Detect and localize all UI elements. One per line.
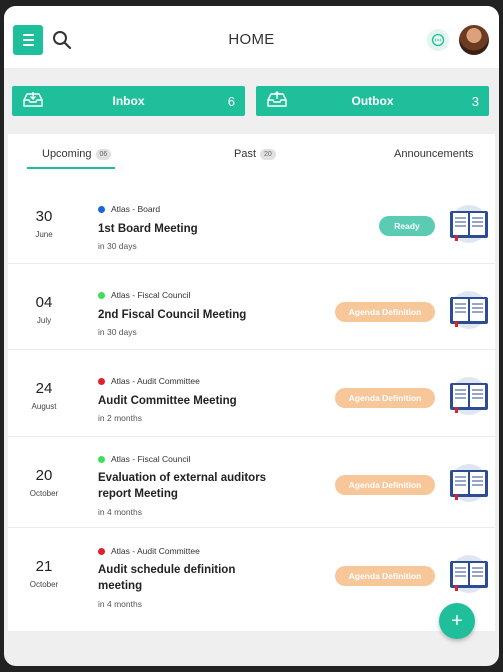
meeting-org-label: Atlas - Audit Committee	[111, 546, 200, 556]
org-color-dot	[98, 205, 105, 213]
meeting-row[interactable]: 04 July Atlas - Fiscal Council 2nd Fisca…	[8, 264, 495, 350]
status-badge: Agenda Definition	[335, 475, 435, 495]
meeting-month: July	[36, 316, 52, 325]
meeting-month: August	[31, 402, 57, 411]
active-tab-indicator	[27, 167, 115, 169]
meeting-row[interactable]: 20 October Atlas - Fiscal Council Evalua…	[8, 437, 495, 528]
chat-icon[interactable]	[427, 29, 449, 51]
meeting-relative-time: in 4 months	[98, 507, 142, 517]
meeting-org-label: Atlas - Fiscal Council	[111, 454, 191, 464]
status-badge: Ready	[379, 216, 435, 236]
org-color-dot	[98, 547, 105, 555]
inbox-button[interactable]: Inbox 6	[12, 86, 245, 116]
meeting-row[interactable]: 30 June Atlas - Board 1st Board Meeting …	[8, 178, 495, 264]
outbox-count: 3	[471, 94, 479, 109]
status-badge: Agenda Definition	[335, 302, 435, 322]
status-badge: Agenda Definition	[335, 388, 435, 408]
meeting-month: October	[29, 489, 59, 498]
meeting-org-label: Atlas - Fiscal Council	[111, 290, 191, 300]
user-avatar[interactable]	[459, 25, 489, 55]
tab-bar: Upcoming 06 Past 20 Announcements	[8, 134, 495, 170]
tab-past-badge: 20	[260, 148, 276, 160]
book-icon[interactable]	[446, 376, 492, 416]
meeting-title: Audit schedule definition meeting	[98, 564, 236, 592]
meeting-day: 24	[35, 380, 53, 397]
tab-upcoming[interactable]: Upcoming 06	[42, 148, 112, 160]
meeting-title: 2nd Fiscal Council Meeting	[98, 309, 247, 321]
tab-upcoming-label: Upcoming	[42, 148, 92, 160]
meeting-org: Atlas - Fiscal Council	[98, 290, 190, 300]
tab-past[interactable]: Past 20	[234, 148, 276, 160]
status-badge: Agenda Definition	[335, 566, 435, 586]
meeting-title: Audit Committee Meeting	[98, 395, 237, 407]
outbox-button[interactable]: Outbox 3	[256, 86, 489, 116]
meeting-day: 21	[35, 558, 53, 575]
org-color-dot	[98, 291, 105, 299]
meeting-row[interactable]: 21 October Atlas - Audit Committee Audit…	[8, 528, 495, 620]
book-icon[interactable]	[446, 554, 492, 594]
meeting-day: 04	[35, 294, 53, 311]
inbox-label: Inbox	[112, 94, 145, 108]
meeting-org-label: Atlas - Board	[111, 204, 161, 214]
meeting-day: 30	[35, 208, 53, 225]
meeting-relative-time: in 30 days	[98, 241, 137, 251]
app-frame: HOME Inbox 6 Outbox 3 Upcoming 06 Past 2…	[4, 6, 499, 666]
top-bar: HOME	[4, 6, 499, 68]
meeting-title: 1st Board Meeting	[98, 223, 198, 235]
org-color-dot	[98, 455, 105, 463]
meeting-org-label: Atlas - Audit Committee	[111, 376, 200, 386]
meeting-org: Atlas - Audit Committee	[98, 546, 200, 556]
tab-announcements[interactable]: Announcements	[394, 148, 474, 160]
add-meeting-button[interactable]: +	[439, 603, 475, 639]
meeting-relative-time: in 4 months	[98, 599, 142, 609]
meeting-month: June	[35, 230, 53, 239]
tab-upcoming-badge: 06	[95, 148, 112, 160]
tab-announcements-label: Announcements	[394, 148, 474, 160]
meeting-title: Evaluation of external auditors report M…	[98, 472, 267, 500]
meeting-org: Atlas - Fiscal Council	[98, 454, 190, 464]
meeting-relative-time: in 30 days	[98, 327, 137, 337]
meetings-panel: Upcoming 06 Past 20 Announcements 30 Jun…	[8, 134, 495, 631]
org-color-dot	[98, 377, 105, 385]
inbox-count: 6	[227, 94, 235, 109]
meeting-org: Atlas - Board	[98, 204, 160, 214]
page-title: HOME	[228, 31, 275, 48]
meeting-month: October	[29, 580, 59, 589]
book-icon[interactable]	[446, 204, 492, 244]
tab-past-label: Past	[234, 148, 257, 160]
book-icon[interactable]	[446, 290, 492, 330]
outbox-label: Outbox	[351, 94, 394, 108]
meeting-day: 20	[35, 467, 53, 484]
meeting-row[interactable]: 24 August Atlas - Audit Committee Audit …	[8, 350, 495, 437]
book-icon[interactable]	[446, 463, 492, 503]
meeting-relative-time: in 2 months	[98, 413, 142, 423]
meeting-org: Atlas - Audit Committee	[98, 376, 200, 386]
